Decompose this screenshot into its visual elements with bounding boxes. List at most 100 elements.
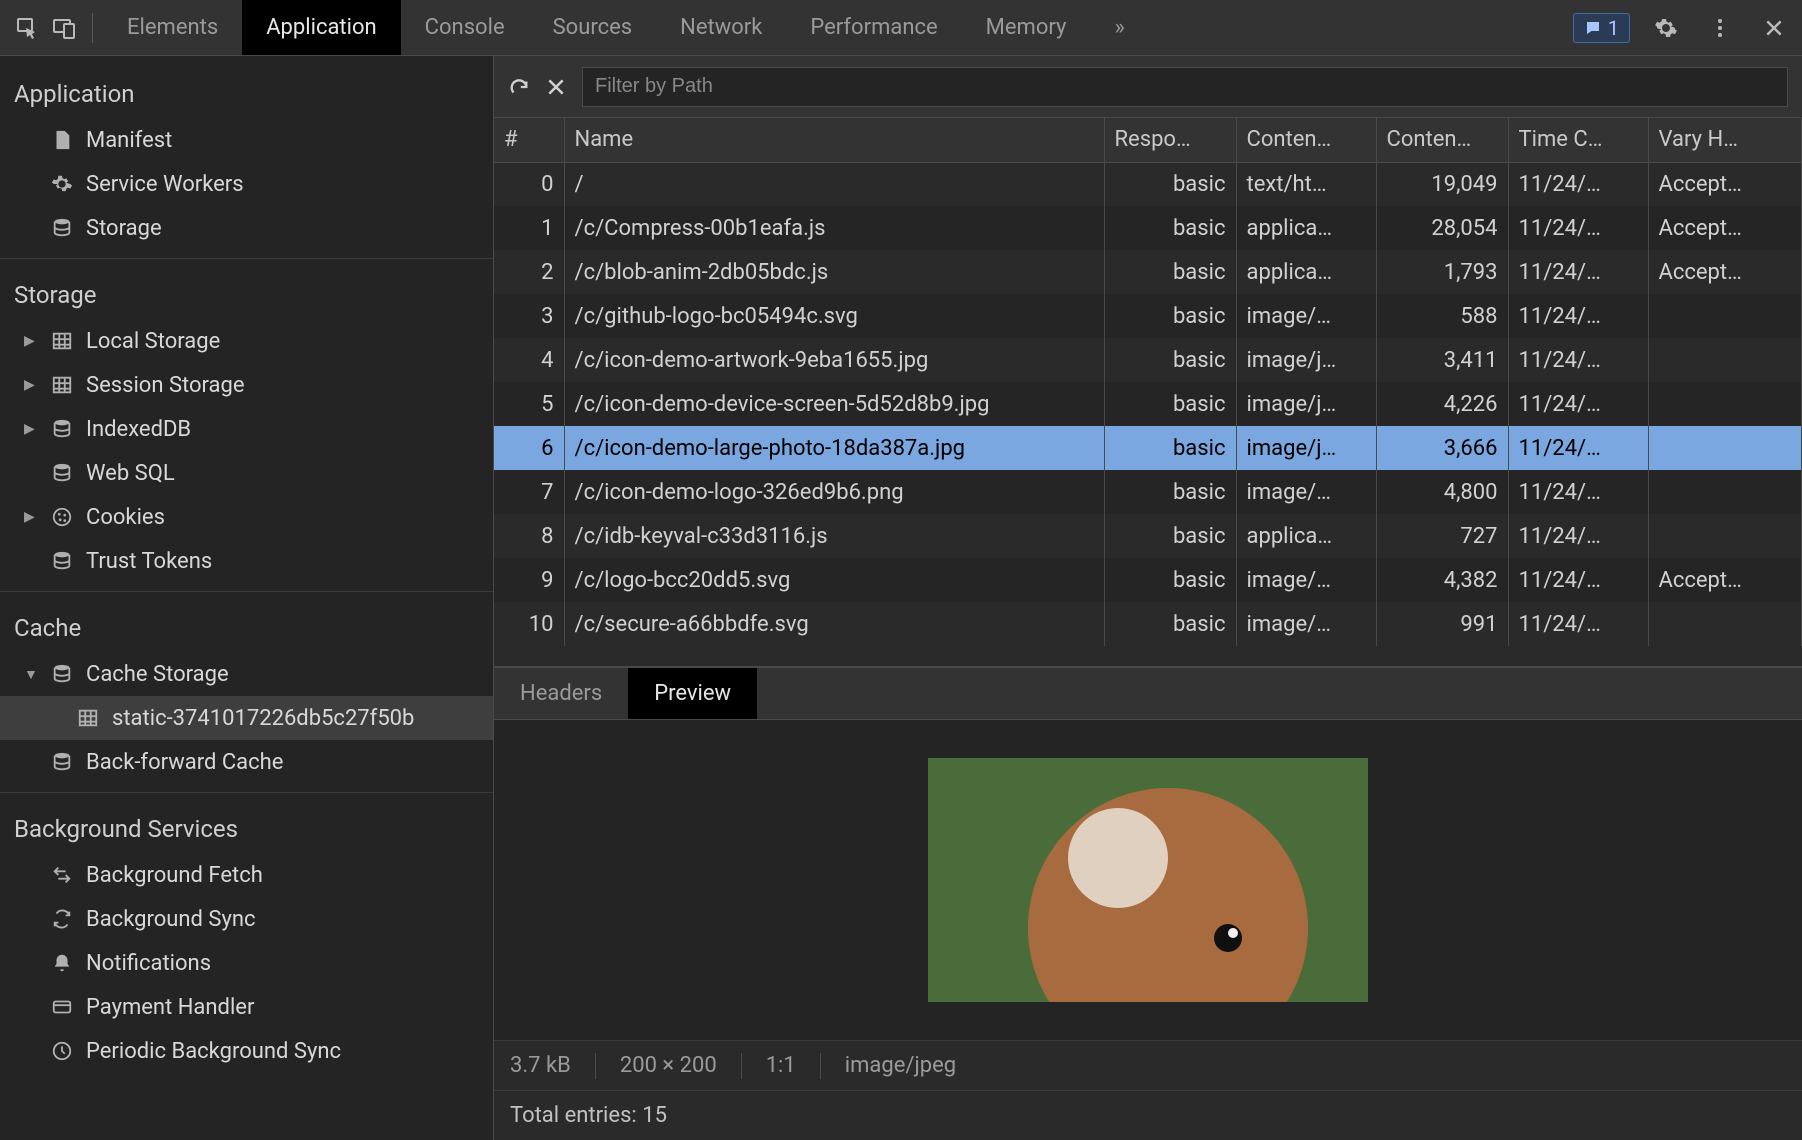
expand-icon[interactable]: ▶ [24,421,38,437]
cell-index: 1 [494,206,564,250]
table-row[interactable]: 2/c/blob-anim-2db05bdc.jsbasicapplica…1,… [494,250,1802,294]
sidebar-item-payment-handler[interactable]: Payment Handler [0,985,493,1029]
cell-vary: Accept… [1648,558,1802,602]
col-time-cached[interactable]: Time C… [1508,118,1648,162]
cell-vary [1648,294,1802,338]
cell-name: / [564,162,1104,206]
table-icon [74,704,102,732]
sidebar-item-storage[interactable]: Storage [0,206,493,250]
cell-time: 11/24/… [1508,426,1648,470]
tab-network[interactable]: Network [656,0,786,55]
tab-sources[interactable]: Sources [529,0,657,55]
sidebar-item-cache-storage[interactable]: ▼ Cache Storage [0,652,493,696]
issues-count: 1 [1608,16,1619,40]
sidebar-item-manifest[interactable]: Manifest [0,118,493,162]
sidebar-item-web-sql[interactable]: Web SQL [0,451,493,495]
cell-content-type: applica… [1236,206,1376,250]
tab-memory[interactable]: Memory [962,0,1091,55]
tab-preview[interactable]: Preview [628,668,757,719]
settings-icon[interactable] [1648,10,1684,46]
cell-name: /c/icon-demo-device-screen-5d52d8b9.jpg [564,382,1104,426]
cell-content-length: 3,411 [1376,338,1508,382]
col-index[interactable]: # [494,118,564,162]
refresh-icon[interactable] [508,76,530,98]
cell-index: 6 [494,426,564,470]
sidebar-item-cache-entry[interactable]: static-3741017226db5c27f50b [0,696,493,740]
cell-index: 0 [494,162,564,206]
col-name[interactable]: Name [564,118,1104,162]
col-response[interactable]: Respo… [1104,118,1236,162]
more-options-icon[interactable] [1702,10,1738,46]
table-row[interactable]: 9/c/logo-bcc20dd5.svgbasicimage/…4,38211… [494,558,1802,602]
sidebar-item-background-fetch[interactable]: Background Fetch [0,853,493,897]
issues-badge[interactable]: 1 [1573,13,1630,43]
cell-response: basic [1104,470,1236,514]
tab-performance[interactable]: Performance [786,0,961,55]
cell-response: basic [1104,602,1236,646]
tab-console[interactable]: Console [401,0,529,55]
sidebar-item-label: Manifest [86,128,172,153]
col-vary-header[interactable]: Vary H… [1648,118,1802,162]
table-header-row: # Name Respo… Conten… Conten… Time C… Va… [494,118,1802,162]
sidebar-item-label: Service Workers [86,172,244,197]
sidebar-item-session-storage[interactable]: ▶ Session Storage [0,363,493,407]
sidebar-item-trust-tokens[interactable]: Trust Tokens [0,539,493,583]
table-icon [48,327,76,355]
sidebar-item-label: Notifications [86,951,211,976]
sidebar-item-label: Trust Tokens [86,549,212,574]
tab-headers[interactable]: Headers [494,668,628,719]
table-row[interactable]: 7/c/icon-demo-logo-326ed9b6.pngbasicimag… [494,470,1802,514]
col-content-type[interactable]: Conten… [1236,118,1376,162]
table-row[interactable]: 4/c/icon-demo-artwork-9eba1655.jpgbasici… [494,338,1802,382]
table-row[interactable]: 3/c/github-logo-bc05494c.svgbasicimage/…… [494,294,1802,338]
cell-content-type: image/… [1236,470,1376,514]
cell-response: basic [1104,250,1236,294]
cell-content-length: 28,054 [1376,206,1508,250]
preview-image [928,758,1368,1002]
expand-icon[interactable]: ▶ [24,377,38,393]
card-icon [48,993,76,1021]
database-icon [48,547,76,575]
cell-time: 11/24/… [1508,338,1648,382]
sidebar-item-cookies[interactable]: ▶ Cookies [0,495,493,539]
sidebar-item-indexeddb[interactable]: ▶ IndexedDB [0,407,493,451]
collapse-icon[interactable]: ▼ [24,666,38,683]
delete-icon[interactable] [546,77,566,97]
panel-tabs: Elements Application Console Sources Net… [103,0,1149,55]
col-content-length[interactable]: Conten… [1376,118,1508,162]
table-row[interactable]: 1/c/Compress-00b1eafa.jsbasicapplica…28,… [494,206,1802,250]
table-row[interactable]: 10/c/secure-a66bbdfe.svgbasicimage/…9911… [494,602,1802,646]
cookie-icon [48,503,76,531]
cell-time: 11/24/… [1508,558,1648,602]
sidebar-item-local-storage[interactable]: ▶ Local Storage [0,319,493,363]
sidebar-item-background-sync[interactable]: Background Sync [0,897,493,941]
cell-content-type: image/… [1236,294,1376,338]
preview-dimensions: 200 × 200 [620,1053,717,1078]
tab-application[interactable]: Application [242,0,400,55]
sidebar-item-label: Local Storage [86,329,220,354]
tab-elements[interactable]: Elements [103,0,242,55]
sidebar-item-bf-cache[interactable]: Back-forward Cache [0,740,493,784]
table-row[interactable]: 5/c/icon-demo-device-screen-5d52d8b9.jpg… [494,382,1802,426]
sidebar-item-periodic-sync[interactable]: Periodic Background Sync [0,1029,493,1073]
inspect-element-icon[interactable] [10,10,46,46]
close-icon[interactable] [1756,10,1792,46]
table-row[interactable]: 8/c/idb-keyval-c33d3116.jsbasicapplica…7… [494,514,1802,558]
expand-icon[interactable]: ▶ [24,509,38,525]
cell-index: 5 [494,382,564,426]
preview-size: 3.7 kB [510,1053,571,1078]
sidebar-item-service-workers[interactable]: Service Workers [0,162,493,206]
cell-response: basic [1104,558,1236,602]
table-row[interactable]: 0/basictext/ht…19,04911/24/…Accept… [494,162,1802,206]
cell-time: 11/24/… [1508,470,1648,514]
device-toolbar-icon[interactable] [46,10,82,46]
expand-icon[interactable]: ▶ [24,333,38,349]
table-row[interactable]: 6/c/icon-demo-large-photo-18da387a.jpgba… [494,426,1802,470]
cell-index: 7 [494,470,564,514]
filter-input[interactable] [582,67,1788,107]
sidebar-item-notifications[interactable]: Notifications [0,941,493,985]
cell-content-type: image/… [1236,602,1376,646]
total-entries: Total entries: 15 [510,1103,667,1128]
sidebar-item-label: Background Sync [86,907,256,932]
tab-more[interactable]: » [1090,0,1148,55]
